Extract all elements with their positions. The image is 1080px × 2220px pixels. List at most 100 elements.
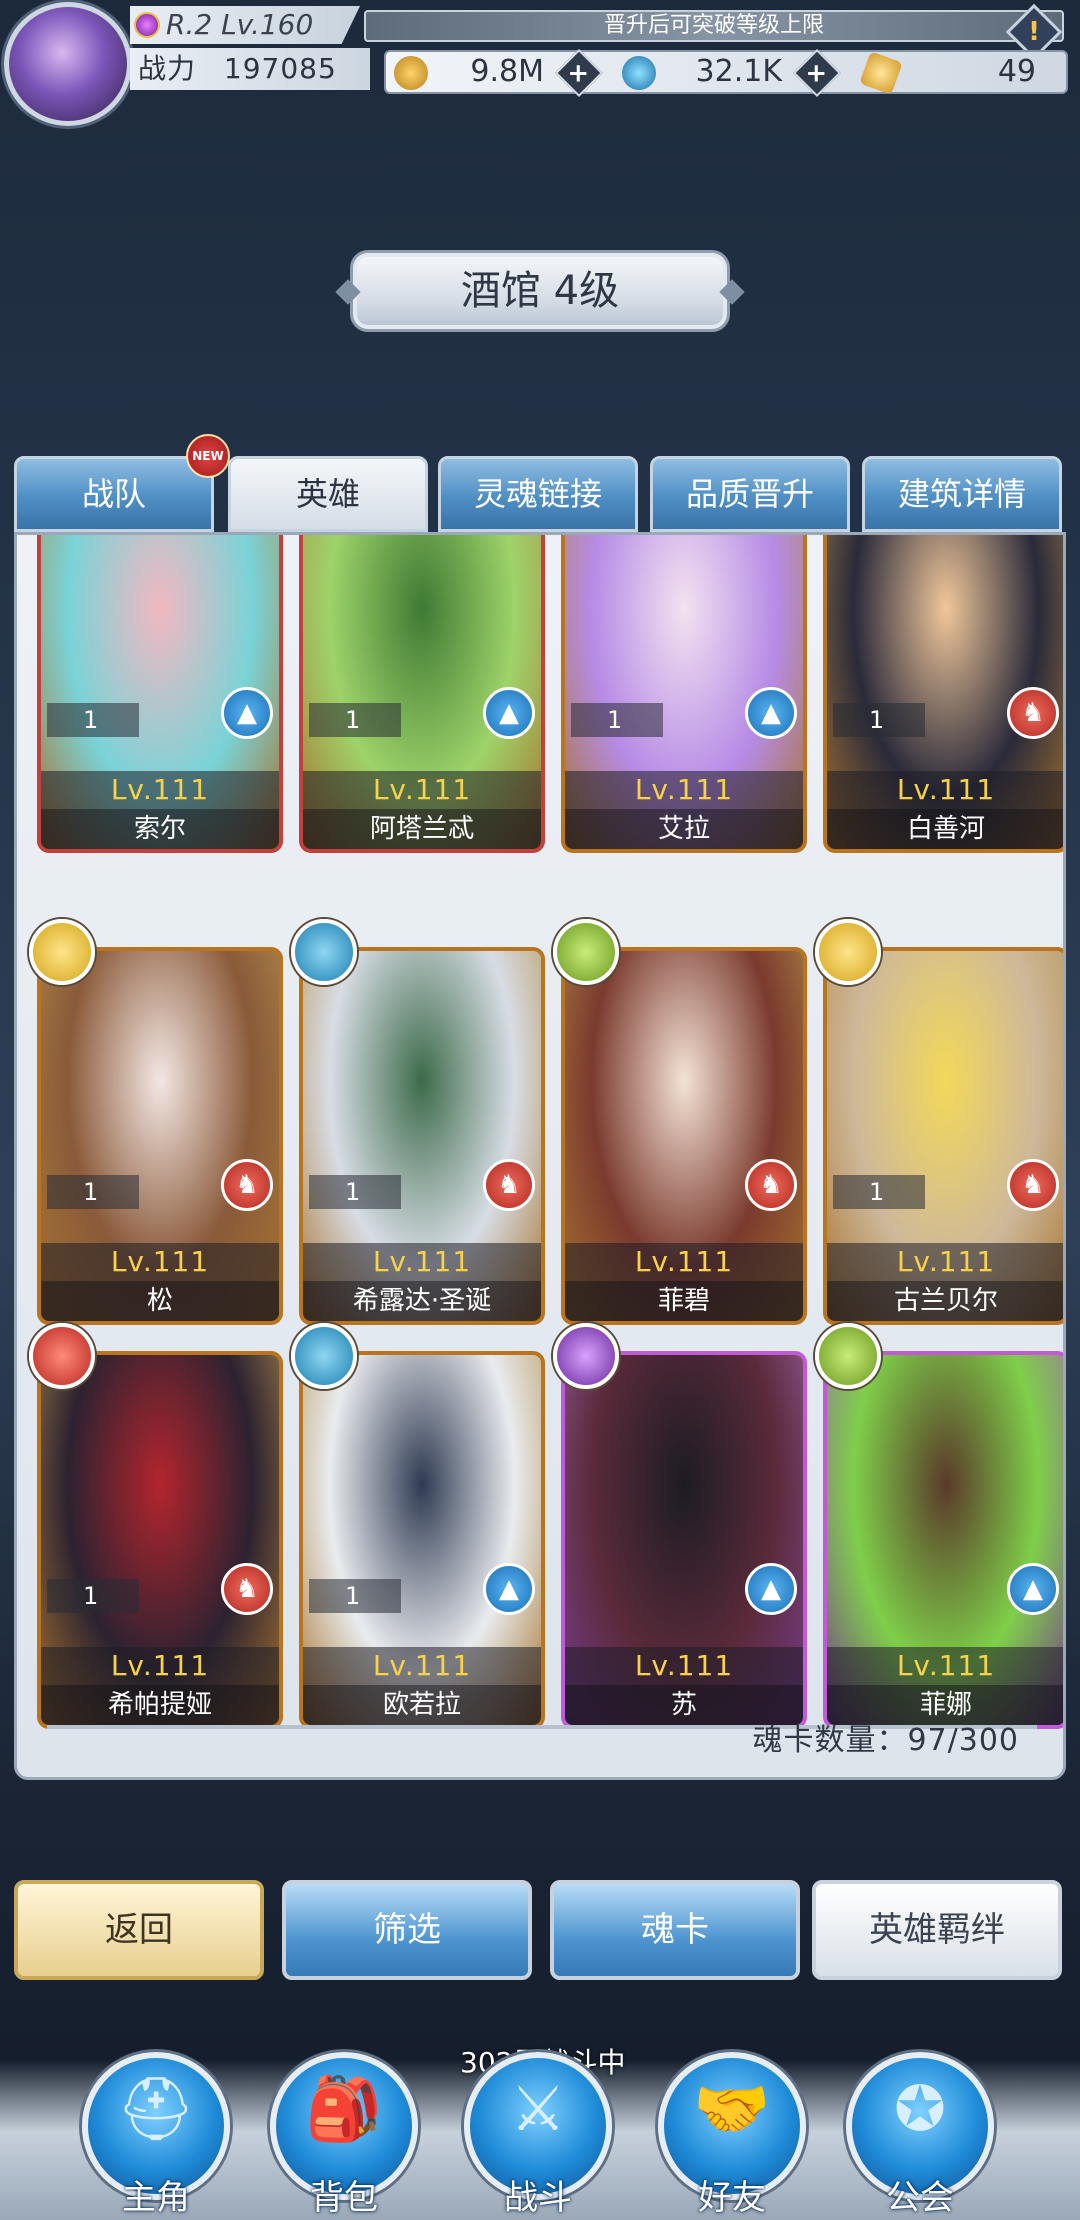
faction-blue-icon <box>291 919 357 985</box>
hero-panel: 1 ▲ Lv.111 索尔 1 ▲ Lv.111 阿塔兰忒 1 ▲ Lv.111 艾拉 1 ♞ Lv.111… <box>14 532 1066 1780</box>
rank-level: R.2 Lv.160 <box>130 6 360 44</box>
hero-grid: 1 ▲ Lv.111 索尔 1 ▲ Lv.111 阿塔兰忒 1 ▲ Lv.111 艾拉 1 ♞ Lv.111… <box>29 535 1063 1729</box>
hero-level: Lv.111 <box>565 1243 803 1281</box>
mage-class-icon: ▲ <box>483 687 535 739</box>
hero-copy-count: 1 <box>309 703 401 737</box>
mage-class-icon: ▲ <box>221 687 273 739</box>
handshake-icon: 🤝 <box>693 2072 771 2145</box>
add-crystal-button[interactable]: + <box>792 48 842 98</box>
tab-quality-promotion[interactable]: 品质晋升 <box>650 456 850 532</box>
tab-bar: 战队 英雄 灵魂链接 品质晋升 建筑详情 <box>14 456 1066 532</box>
faction-purple-icon <box>553 1323 619 1389</box>
hero-copy-count: 1 <box>309 1579 401 1613</box>
nav-label: 战斗 <box>504 2178 572 2218</box>
hero-level: Lv.111 <box>41 1647 279 1685</box>
warrior-class-icon: ♞ <box>745 1159 797 1211</box>
hero-name: 艾拉 <box>565 809 803 849</box>
top-status-bar: R.2 Lv.160 晋升后可突破等级上限 ! 战力 197085 9.8M +… <box>0 0 1080 126</box>
hero-level: Lv.111 <box>303 1647 541 1685</box>
hero-copy-count: 1 <box>833 703 925 737</box>
hero-card[interactable]: 1 ♞ Lv.111 希帕提娅 <box>37 1351 283 1729</box>
nav-label: 公会 <box>886 2178 954 2218</box>
action-buttons: 返回 筛选 魂卡 英雄羁绊 <box>14 1880 1066 1984</box>
gold-coin-icon <box>394 56 428 90</box>
notice-banner[interactable]: 晋升后可突破等级上限 <box>364 10 1064 42</box>
hero-name: 欧若拉 <box>303 1685 541 1725</box>
rank-gem-icon <box>134 12 160 38</box>
tab-building-details[interactable]: 建筑详情 <box>862 456 1062 532</box>
page-title: 酒馆 4级 <box>350 250 730 332</box>
backpack-icon: 🎒 <box>305 2072 383 2145</box>
hero-card[interactable]: ▲ Lv.111 菲娜 <box>823 1351 1063 1729</box>
hero-card[interactable]: ♞ Lv.111 菲碧 <box>561 947 807 1325</box>
hero-card[interactable]: ▲ Lv.111 苏 <box>561 1351 807 1729</box>
hero-bond-button[interactable]: 英雄羁绊 <box>812 1880 1062 1980</box>
nav-helmet[interactable]: ⛑ 主角 <box>76 2052 236 2220</box>
crossed-swords-icon: ⚔ <box>510 2072 566 2145</box>
soul-card-button[interactable]: 魂卡 <box>550 1880 800 1980</box>
faction-red-icon <box>29 1323 95 1389</box>
nav-guild-crest[interactable]: ✪ 公会 <box>840 2052 1000 2220</box>
hero-card[interactable]: 1 ♞ Lv.111 白善河 <box>823 535 1063 853</box>
resource-bar: 9.8M + 32.1K + 49 <box>384 48 1068 98</box>
hero-copy-count: 1 <box>571 703 663 737</box>
tab-heroes[interactable]: 英雄 <box>228 456 428 532</box>
crystal-amount: 32.1K <box>695 54 782 89</box>
hero-card[interactable]: 1 ▲ Lv.111 索尔 <box>37 535 283 853</box>
new-badge: NEW <box>186 434 230 478</box>
combat-power: 战力 197085 <box>130 48 370 90</box>
hero-level: Lv.111 <box>303 1243 541 1281</box>
hero-name: 白善河 <box>827 809 1063 849</box>
hero-name: 阿塔兰忒 <box>303 809 541 849</box>
mage-class-icon: ▲ <box>745 1563 797 1615</box>
hero-card[interactable]: 1 ♞ Lv.111 古兰贝尔 <box>823 947 1063 1325</box>
hero-card[interactable]: 1 ▲ Lv.111 阿塔兰忒 <box>299 535 545 853</box>
hero-card[interactable]: 1 ♞ Lv.111 希露达·圣诞 <box>299 947 545 1325</box>
hero-name: 菲碧 <box>565 1281 803 1321</box>
warrior-class-icon: ♞ <box>1007 687 1059 739</box>
gold-amount: 9.8M <box>470 54 544 89</box>
hero-level: Lv.111 <box>827 771 1063 809</box>
hero-level: Lv.111 <box>565 771 803 809</box>
hero-level: Lv.111 <box>827 1647 1063 1685</box>
hero-copy-count: 1 <box>47 703 139 737</box>
hero-card[interactable]: 1 ▲ Lv.111 艾拉 <box>561 535 807 853</box>
filter-button[interactable]: 筛选 <box>282 1880 532 1980</box>
faction-yellow-icon <box>815 919 881 985</box>
hero-level: Lv.111 <box>827 1243 1063 1281</box>
hero-level: Lv.111 <box>303 771 541 809</box>
warrior-class-icon: ♞ <box>221 1563 273 1615</box>
soul-card-count: 魂卡数量：97/300 <box>752 1723 1019 1758</box>
player-avatar[interactable] <box>4 2 132 126</box>
nav-label: 主角 <box>122 2178 190 2218</box>
nav-crossed-swords[interactable]: ⚔ 战斗 <box>458 2052 618 2220</box>
add-gold-button[interactable]: + <box>554 48 604 98</box>
hero-card[interactable]: 1 ▲ Lv.111 欧若拉 <box>299 1351 545 1729</box>
warrior-class-icon: ♞ <box>483 1159 535 1211</box>
back-button[interactable]: 返回 <box>14 1880 264 1980</box>
nav-backpack[interactable]: 🎒 背包 <box>264 2052 424 2220</box>
hero-name: 希露达·圣诞 <box>303 1281 541 1321</box>
hero-level: Lv.111 <box>41 1243 279 1281</box>
ticket-amount: 49 <box>997 54 1036 89</box>
hero-name: 古兰贝尔 <box>827 1281 1063 1321</box>
faction-yellow-icon <box>29 919 95 985</box>
helmet-icon: ⛑ <box>116 2072 196 2145</box>
mage-class-icon: ▲ <box>745 687 797 739</box>
tab-soul-link[interactable]: 灵魂链接 <box>438 456 638 532</box>
hero-copy-count: 1 <box>47 1175 139 1209</box>
hero-copy-count: 1 <box>47 1579 139 1613</box>
warrior-class-icon: ♞ <box>221 1159 273 1211</box>
hero-name: 索尔 <box>41 809 279 849</box>
tab-team[interactable]: 战队 <box>14 456 214 532</box>
power-label: 战力 <box>138 52 197 85</box>
hero-card[interactable]: 1 ♞ Lv.111 松 <box>37 947 283 1325</box>
faction-blue-icon <box>291 1323 357 1389</box>
hero-level: Lv.111 <box>565 1647 803 1685</box>
hero-copy-count: 1 <box>833 1175 925 1209</box>
nav-handshake[interactable]: 🤝 好友 <box>652 2052 812 2220</box>
faction-green-icon <box>553 919 619 985</box>
hero-name: 希帕提娅 <box>41 1685 279 1725</box>
nav-label: 好友 <box>698 2178 766 2218</box>
guild-crest-icon: ✪ <box>894 2072 946 2145</box>
